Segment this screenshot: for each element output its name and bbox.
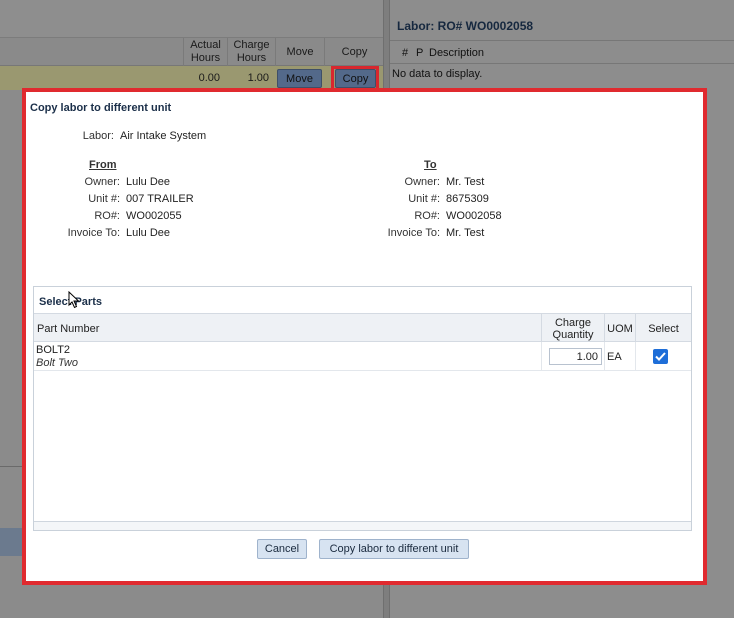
col-part-number[interactable]: Part Number	[37, 314, 537, 343]
cancel-button[interactable]: Cancel	[257, 539, 307, 559]
parts-grid-header: Part Number Charge Quantity UOM Select	[34, 313, 691, 343]
to-unit: Unit #: 8675309	[372, 193, 489, 205]
to-ro-value: WO002058	[446, 210, 502, 222]
to-invoice-label: Invoice To:	[387, 227, 440, 239]
from-ro-value: WO002055	[126, 210, 182, 222]
labor-row[interactable]: 0.00 1.00 Move Copy	[0, 66, 387, 90]
copy-labor-dialog: Copy labor to different unit Labor: Air I…	[26, 92, 703, 581]
copy-labor-button[interactable]: Copy labor to different unit	[319, 539, 469, 559]
select-parts-panel: Select Parts Part Number Charge Quantity…	[33, 286, 692, 531]
from-owner-value: Lulu Dee	[126, 176, 171, 188]
parts-grid-footer	[34, 521, 691, 530]
col-uom[interactable]: UOM	[605, 314, 635, 343]
from-unit-value: 007 TRAILER	[126, 193, 194, 205]
from-owner-label: Owner:	[84, 176, 120, 188]
to-owner-label: Owner:	[404, 176, 440, 188]
header-move: Move	[275, 38, 324, 66]
col-charge-quantity-line1: Charge	[554, 316, 592, 329]
col-charge-quantity-line2: Quantity	[552, 328, 594, 341]
to-heading: To	[424, 159, 437, 171]
to-owner: Owner: Mr. Test	[372, 176, 485, 188]
to-unit-label: Unit #:	[408, 193, 440, 205]
to-ro-label: RO#:	[414, 210, 440, 222]
labor-label: Labor:	[82, 130, 114, 142]
from-unit: Unit #: 007 TRAILER	[56, 193, 194, 205]
from-owner: Owner: Lulu Dee	[56, 176, 171, 188]
to-unit-value: 8675309	[446, 193, 489, 205]
header-charge-hours: Charge Hours	[227, 38, 275, 66]
from-heading: From	[89, 159, 117, 171]
labor-ro-title: Labor: RO# WO0002058	[397, 19, 534, 33]
header-actual-hours: Actual Hours	[183, 38, 227, 66]
actual-hours-value: 0.00	[198, 72, 220, 84]
from-ro-label: RO#:	[94, 210, 120, 222]
mouse-cursor-icon	[68, 291, 80, 309]
header-number: #	[402, 47, 409, 59]
charge-hours-value: 1.00	[247, 72, 269, 84]
left-toolbar	[0, 0, 387, 38]
col-charge-quantity[interactable]: Charge Quantity	[542, 314, 604, 343]
to-owner-value: Mr. Test	[446, 176, 485, 188]
header-copy: Copy	[324, 38, 384, 66]
from-invoice-value: Lulu Dee	[126, 227, 171, 239]
to-ro: RO#: WO002058	[372, 210, 502, 222]
select-part-checkbox[interactable]	[653, 349, 668, 364]
header-p: P	[416, 47, 424, 59]
to-invoice-value: Mr. Test	[446, 227, 485, 239]
part-uom: EA	[607, 351, 622, 363]
col-select[interactable]: Select	[636, 314, 691, 343]
from-invoice-label: Invoice To:	[67, 227, 120, 239]
labor-info: Labor: Air Intake System	[60, 130, 206, 142]
labor-value: Air Intake System	[120, 130, 207, 142]
labor-grid-header: Actual Hours Charge Hours Move Copy	[0, 38, 387, 66]
checkmark-icon	[655, 352, 666, 361]
part-row[interactable]: BOLT2 Bolt Two EA	[34, 342, 691, 371]
part-number: BOLT2	[36, 344, 71, 356]
move-button[interactable]: Move	[277, 69, 322, 88]
charge-quantity-input[interactable]	[549, 348, 602, 365]
part-description: Bolt Two	[36, 357, 78, 369]
header-description: Description	[429, 47, 485, 59]
from-ro: RO#: WO002055	[56, 210, 182, 222]
empty-grid-message: No data to display.	[392, 68, 483, 80]
from-invoice: Invoice To: Lulu Dee	[56, 227, 170, 239]
from-unit-label: Unit #:	[88, 193, 120, 205]
to-invoice: Invoice To: Mr. Test	[372, 227, 485, 239]
dialog-title: Copy labor to different unit	[30, 102, 172, 114]
labor-ro-grid-header: # P Description	[390, 40, 734, 64]
